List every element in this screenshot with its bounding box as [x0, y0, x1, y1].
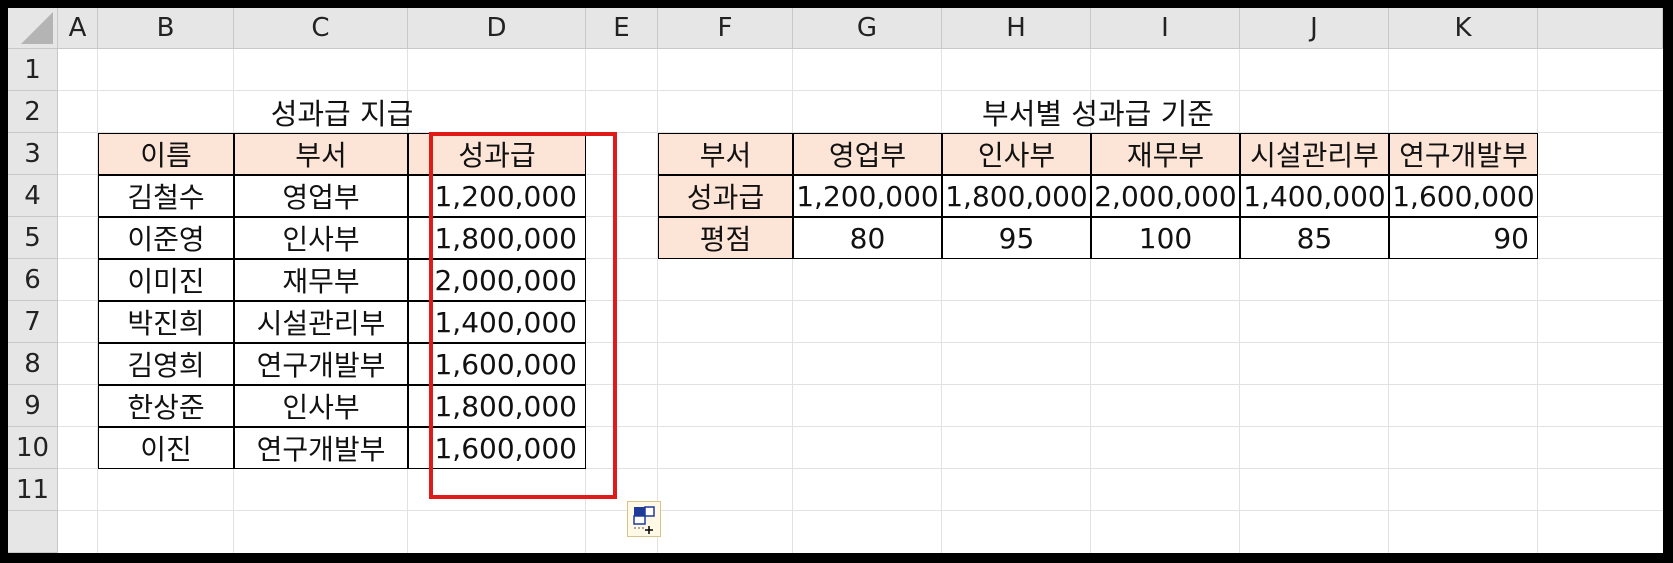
table-cell-bonus-standard[interactable]: 1,200,000: [793, 175, 942, 217]
column-header-c[interactable]: C: [234, 8, 408, 49]
left-header-dept[interactable]: 부서: [234, 133, 408, 175]
table-cell-dept[interactable]: 인사부: [234, 385, 408, 427]
table-cell-dept[interactable]: 영업부: [234, 175, 408, 217]
column-header-a[interactable]: A: [58, 8, 98, 49]
row-header-11[interactable]: 11: [8, 469, 58, 511]
right-row-label-score[interactable]: 평점: [658, 217, 793, 259]
right-header-sales[interactable]: 영업부: [793, 133, 942, 175]
row-header-4[interactable]: 4: [8, 175, 58, 217]
column-header-h[interactable]: H: [942, 8, 1091, 49]
select-all-button[interactable]: [8, 8, 58, 49]
table-cell-name[interactable]: 김철수: [98, 175, 234, 217]
column-header-d[interactable]: D: [408, 8, 586, 49]
table-cell-bonus-standard[interactable]: 1,400,000: [1240, 175, 1389, 217]
left-table-title[interactable]: 성과급 지급: [98, 91, 586, 133]
left-header-name[interactable]: 이름: [98, 133, 234, 175]
row-header-1[interactable]: 1: [8, 49, 58, 91]
table-cell-dept[interactable]: 시설관리부: [234, 301, 408, 343]
right-header-rnd[interactable]: 연구개발부: [1389, 133, 1538, 175]
table-cell-score[interactable]: 95: [942, 217, 1091, 259]
table-cell-name[interactable]: 이진: [98, 427, 234, 469]
column-header-g[interactable]: G: [793, 8, 942, 49]
right-header-dept[interactable]: 부서: [658, 133, 793, 175]
table-cell-score[interactable]: 80: [793, 217, 942, 259]
quick-analysis-button[interactable]: [627, 501, 661, 537]
column-header-b[interactable]: B: [98, 8, 234, 49]
row-header-3[interactable]: 3: [8, 133, 58, 175]
quick-analysis-icon: [633, 506, 655, 534]
table-cell-dept[interactable]: 연구개발부: [234, 343, 408, 385]
table-cell-name[interactable]: 한상준: [98, 385, 234, 427]
right-header-facilities[interactable]: 시설관리부: [1240, 133, 1389, 175]
right-row-label-bonus[interactable]: 성과급: [658, 175, 793, 217]
column-header-e[interactable]: E: [586, 8, 658, 49]
table-cell-score[interactable]: 90: [1389, 217, 1538, 259]
table-cell-dept[interactable]: 재무부: [234, 259, 408, 301]
table-cell-dept[interactable]: 연구개발부: [234, 427, 408, 469]
right-header-hr[interactable]: 인사부: [942, 133, 1091, 175]
column-header-j[interactable]: J: [1240, 8, 1389, 49]
row-header-7[interactable]: 7: [8, 301, 58, 343]
selection-highlight: [429, 132, 617, 499]
row-header-10[interactable]: 10: [8, 427, 58, 469]
select-all-triangle-icon: [21, 12, 53, 44]
column-header-k[interactable]: K: [1389, 8, 1538, 49]
table-cell-score[interactable]: 85: [1240, 217, 1389, 259]
row-header-12[interactable]: [8, 511, 58, 553]
row-header-8[interactable]: 8: [8, 343, 58, 385]
table-cell-name[interactable]: 이미진: [98, 259, 234, 301]
table-cell-name[interactable]: 이준영: [98, 217, 234, 259]
row-header-2[interactable]: 2: [8, 91, 58, 133]
table-cell-bonus-standard[interactable]: 2,000,000: [1091, 175, 1240, 217]
right-header-finance[interactable]: 재무부: [1091, 133, 1240, 175]
column-header-f[interactable]: F: [658, 8, 793, 49]
column-header-l[interactable]: [1538, 8, 1663, 49]
row-header-5[interactable]: 5: [8, 217, 58, 259]
table-cell-name[interactable]: 김영희: [98, 343, 234, 385]
table-cell-name[interactable]: 박진희: [98, 301, 234, 343]
column-header-i[interactable]: I: [1091, 8, 1240, 49]
row-header-6[interactable]: 6: [8, 259, 58, 301]
spreadsheet[interactable]: A B C D E F G H I J K 1 2 3 4 5 6 7 8 9 …: [8, 8, 1663, 553]
table-cell-dept[interactable]: 인사부: [234, 217, 408, 259]
table-cell-score[interactable]: 100: [1091, 217, 1240, 259]
table-cell-bonus-standard[interactable]: 1,800,000: [942, 175, 1091, 217]
row-header-9[interactable]: 9: [8, 385, 58, 427]
right-table-title[interactable]: 부서별 성과급 기준: [658, 91, 1538, 133]
table-cell-bonus-standard[interactable]: 1,600,000: [1389, 175, 1538, 217]
